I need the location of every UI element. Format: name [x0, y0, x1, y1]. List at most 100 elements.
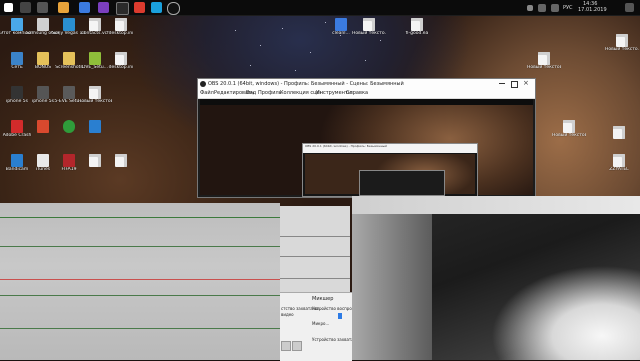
maximize-icon[interactable]: [511, 81, 518, 88]
file-icon: [363, 18, 375, 31]
desktop-icon-label: Новый текстов...: [527, 65, 561, 70]
obs-preview[interactable]: OBS 20.0.1 (64bit, windows) - Профиль: Б…: [200, 99, 533, 197]
menu-help[interactable]: Справка: [346, 90, 368, 96]
installer-icon: [89, 52, 101, 65]
desktop-icon[interactable]: desktop.ini: [104, 18, 138, 46]
star: [250, 65, 251, 66]
desktop-icon[interactable]: [78, 120, 112, 148]
file-icon: [89, 86, 101, 99]
desktop-icon-label: Новый текстов...: [78, 99, 112, 104]
adobe-icon: [11, 120, 23, 133]
desktop-icon[interactable]: Новый текстов...: [552, 120, 586, 148]
file-icon: [115, 154, 127, 167]
clock-date[interactable]: 17.01.2019: [578, 7, 607, 13]
volume-icon[interactable]: [551, 4, 559, 12]
desktop-icon-label: ZZYATEL: [609, 167, 629, 172]
desktop-icon[interactable]: ZZYATEL: [602, 154, 636, 182]
menu-view[interactable]: Вид: [246, 90, 256, 96]
task-view-icon[interactable]: [37, 2, 48, 13]
store-icon[interactable]: [79, 2, 90, 13]
file-icon: [613, 154, 625, 167]
desktop-icon-label: desktop.ini: [108, 65, 134, 70]
star: [310, 52, 311, 53]
paper-line: [0, 279, 280, 280]
star: [282, 28, 283, 29]
obs-title-text: OBS 20.0.1 (64bit, windows) - Профиль: Б…: [208, 81, 404, 87]
desktop-icon-label: Новый текстов...: [552, 133, 586, 138]
menu-file[interactable]: Файл: [200, 90, 214, 96]
desktop-icon[interactable]: Новый тексто...: [352, 18, 386, 46]
star: [235, 30, 236, 31]
desktop-icon-label: fi-good.ea: [405, 31, 429, 36]
itunes-icon: [37, 154, 49, 167]
camera-view-paper-2: [280, 206, 350, 292]
app-icon[interactable]: [116, 2, 129, 15]
paper-line: [0, 246, 280, 247]
file-explorer-icon[interactable]: [58, 2, 69, 13]
file-icon: [613, 126, 625, 139]
app-icon: [11, 154, 23, 167]
folder-icon: [37, 18, 49, 31]
viber-icon[interactable]: [98, 2, 109, 13]
minimize-icon[interactable]: [499, 83, 505, 84]
desktop-icon-label: Новый тексто...: [605, 47, 639, 52]
paper-line: [0, 328, 280, 329]
star: [295, 70, 296, 71]
chrome-icon: [63, 120, 75, 133]
language-indicator[interactable]: РУС: [563, 5, 573, 11]
obs-icon: [200, 81, 206, 87]
desktop-icon-label: desktop.ini: [108, 31, 134, 36]
desktop-icon[interactable]: fi-good.ea: [400, 18, 434, 46]
paper-line: [280, 236, 350, 237]
add-source-icon[interactable]: [281, 341, 291, 351]
obs-window[interactable]: OBS 20.0.1 (64bit, windows) - Профиль: Б…: [197, 78, 536, 198]
file-icon: [115, 18, 127, 31]
star: [365, 60, 366, 61]
file-icon: [538, 52, 550, 65]
capture-label: стство захвата ви...: [281, 306, 323, 311]
network-icon[interactable]: [538, 4, 546, 12]
telegram-icon[interactable]: [151, 2, 162, 13]
obs-menubar: Файл Редактировать Вид Профиль Коллекция…: [198, 89, 535, 99]
nested-preview: [305, 154, 475, 196]
paper-line: [0, 217, 280, 218]
nested-obs-window: OBS 20.0.1 (64bit, windows) - Профиль: Б…: [302, 143, 478, 197]
close-icon[interactable]: ×: [523, 79, 529, 87]
mixer-mic-label: Микро...: [312, 321, 330, 326]
obs-titlebar[interactable]: OBS 20.0.1 (64bit, windows) - Профиль: Б…: [198, 79, 535, 89]
file-icon: [411, 18, 423, 31]
star: [260, 45, 261, 46]
desktop-icon[interactable]: [104, 154, 138, 182]
app-icon: [89, 120, 101, 133]
desktop-icon[interactable]: [602, 126, 636, 154]
computer-icon: [11, 18, 23, 31]
capture-label-2: видео: [281, 312, 294, 317]
desktop-icon[interactable]: Новый текстов...: [527, 52, 561, 80]
search-icon[interactable]: [20, 2, 31, 13]
file-icon: [89, 154, 101, 167]
object-shadow: [352, 214, 432, 360]
file-icon: [563, 120, 575, 133]
desktop-icon-label: Новый тексто...: [352, 31, 386, 36]
file-icon: [115, 52, 127, 65]
nested-title: OBS 20.0.1 (64bit, windows) - Профиль: Б…: [305, 144, 387, 148]
notifications-icon[interactable]: [625, 3, 634, 12]
obs-icon[interactable]: [167, 2, 180, 15]
file-icon: [616, 34, 628, 47]
desktop-icon[interactable]: Новый текстов...: [78, 86, 112, 114]
desktop-icon[interactable]: Новый тексто...: [605, 34, 639, 62]
obs-mixer-panel[interactable]: Микшер Устройство воспроизв... Микро... …: [280, 292, 364, 361]
tray-chevron-icon[interactable]: [527, 5, 533, 11]
paper-line: [280, 278, 350, 279]
camera-view-paper: [0, 203, 280, 360]
installer-icon: [63, 86, 75, 99]
opera-icon[interactable]: [134, 2, 145, 13]
remove-source-icon[interactable]: [292, 341, 302, 351]
app-icon: [37, 120, 49, 133]
menu-profile[interactable]: Профиль: [258, 90, 282, 96]
desktop-icon[interactable]: desktop.ini: [104, 52, 138, 80]
nested-menubar: [303, 149, 477, 153]
start-icon[interactable]: [4, 3, 13, 12]
phone-icon: [11, 86, 23, 99]
volume-slider[interactable]: [338, 313, 342, 319]
